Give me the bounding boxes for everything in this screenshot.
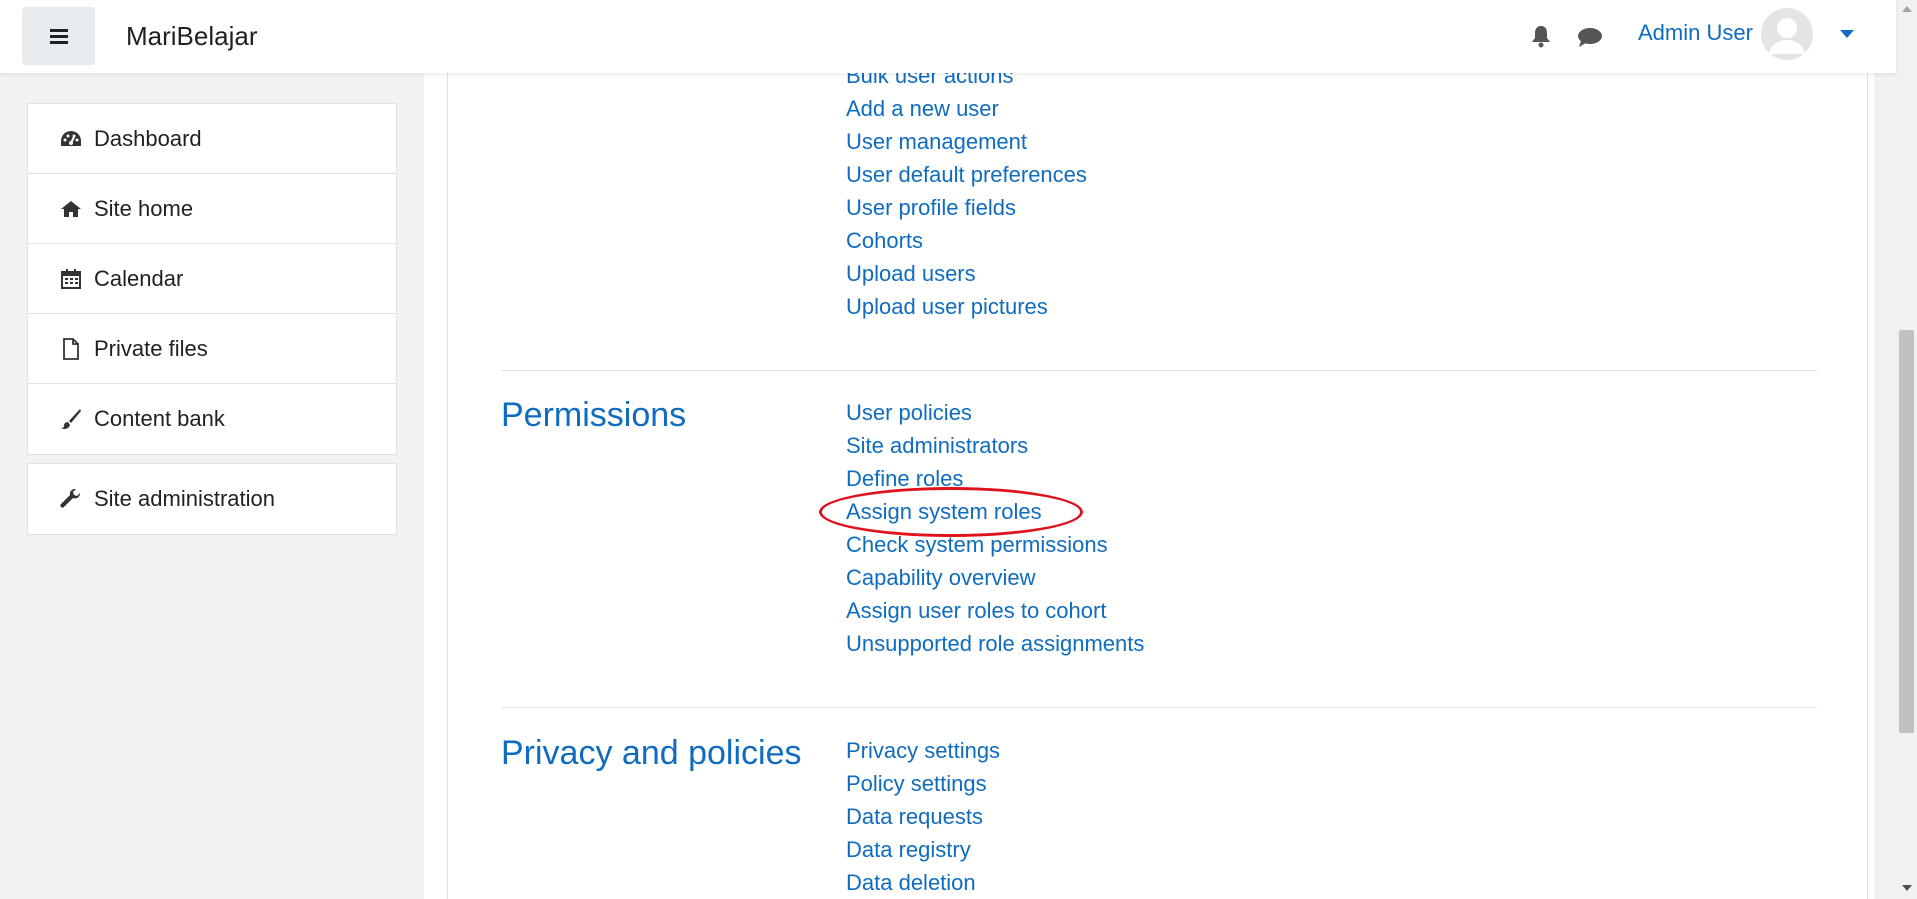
link-data-requests[interactable]: Data requests bbox=[846, 800, 1000, 833]
permissions-links: User policies Site administrators Define… bbox=[846, 396, 1144, 660]
link-user-default-preferences[interactable]: User default preferences bbox=[846, 158, 1087, 191]
nav-item-site-home[interactable]: Site home bbox=[28, 174, 396, 244]
content-border-right bbox=[1867, 73, 1868, 899]
link-add-new-user[interactable]: Add a new user bbox=[846, 92, 1087, 125]
section-divider bbox=[501, 707, 1817, 708]
chat-icon[interactable] bbox=[1577, 26, 1603, 48]
scroll-down-arrow-icon[interactable] bbox=[1902, 885, 1912, 891]
top-navbar: MariBelajar Admin User bbox=[0, 0, 1896, 73]
nav-item-label: Site home bbox=[94, 195, 194, 221]
calendar-icon bbox=[58, 268, 84, 290]
link-user-profile-fields[interactable]: User profile fields bbox=[846, 191, 1087, 224]
link-policy-settings[interactable]: Policy settings bbox=[846, 767, 1000, 800]
nav-item-label: Calendar bbox=[94, 265, 184, 291]
nav-item-label: Content bank bbox=[94, 406, 225, 431]
site-name[interactable]: MariBelajar bbox=[126, 21, 258, 52]
nav-item-private-files[interactable]: Private files bbox=[28, 314, 396, 384]
avatar[interactable] bbox=[1761, 8, 1813, 60]
privacy-links: Privacy settings Policy settings Data re… bbox=[846, 734, 1000, 899]
nav-item-calendar[interactable]: Calendar bbox=[28, 244, 396, 314]
link-define-roles[interactable]: Define roles bbox=[846, 462, 1144, 495]
link-cohorts[interactable]: Cohorts bbox=[846, 224, 1087, 257]
page-scrollbar[interactable] bbox=[1896, 0, 1917, 899]
nav-drawer: Dashboard Site home Calendar Private fil… bbox=[0, 73, 424, 899]
link-user-policies[interactable]: User policies bbox=[846, 396, 1144, 429]
link-check-system-permissions[interactable]: Check system permissions bbox=[846, 528, 1144, 561]
link-capability-overview[interactable]: Capability overview bbox=[846, 561, 1144, 594]
link-data-deletion[interactable]: Data deletion bbox=[846, 866, 1000, 899]
users-links: Bulk user actions Add a new user User ma… bbox=[846, 59, 1087, 323]
scroll-up-arrow-icon[interactable] bbox=[1902, 6, 1912, 12]
link-privacy-settings[interactable]: Privacy settings bbox=[846, 734, 1000, 767]
permissions-title: Permissions bbox=[501, 396, 687, 434]
nav-item-label: Site administration bbox=[94, 486, 275, 511]
content-border-left bbox=[447, 73, 448, 899]
drawer-toggle-button[interactable] bbox=[22, 7, 95, 65]
link-site-administrators[interactable]: Site administrators bbox=[846, 429, 1144, 462]
nav-item-site-administration[interactable]: Site administration bbox=[28, 464, 396, 534]
link-upload-users[interactable]: Upload users bbox=[846, 257, 1087, 290]
menu-icon bbox=[49, 29, 68, 44]
link-assign-user-roles-to-cohort[interactable]: Assign user roles to cohort bbox=[846, 594, 1144, 627]
link-assign-system-roles[interactable]: Assign system roles bbox=[846, 495, 1144, 528]
file-icon bbox=[58, 337, 84, 360]
section-divider bbox=[501, 370, 1817, 371]
link-data-registry[interactable]: Data registry bbox=[846, 833, 1000, 866]
privacy-title: Privacy and policies bbox=[501, 734, 802, 772]
link-user-management[interactable]: User management bbox=[846, 125, 1087, 158]
nav-item-dashboard[interactable]: Dashboard bbox=[28, 104, 396, 174]
user-menu-name[interactable]: Admin User bbox=[1638, 20, 1753, 46]
link-unsupported-role-assignments[interactable]: Unsupported role assignments bbox=[846, 627, 1144, 660]
paintbrush-icon bbox=[58, 408, 84, 430]
main-content bbox=[424, 73, 1874, 899]
nav-main-group: Dashboard Site home Calendar Private fil… bbox=[27, 103, 397, 455]
wrench-icon bbox=[58, 488, 84, 510]
caret-down-icon[interactable] bbox=[1840, 30, 1854, 38]
bell-icon[interactable] bbox=[1530, 24, 1552, 48]
nav-item-label: Private files bbox=[94, 335, 208, 361]
scrollbar-thumb[interactable] bbox=[1899, 330, 1914, 733]
dashboard-icon bbox=[58, 128, 84, 150]
link-upload-user-pictures[interactable]: Upload user pictures bbox=[846, 290, 1087, 323]
nav-item-label: Dashboard bbox=[94, 125, 202, 151]
home-icon bbox=[58, 198, 84, 220]
nav-item-content-bank[interactable]: Content bank bbox=[28, 384, 396, 454]
nav-admin-group: Site administration bbox=[27, 463, 397, 535]
